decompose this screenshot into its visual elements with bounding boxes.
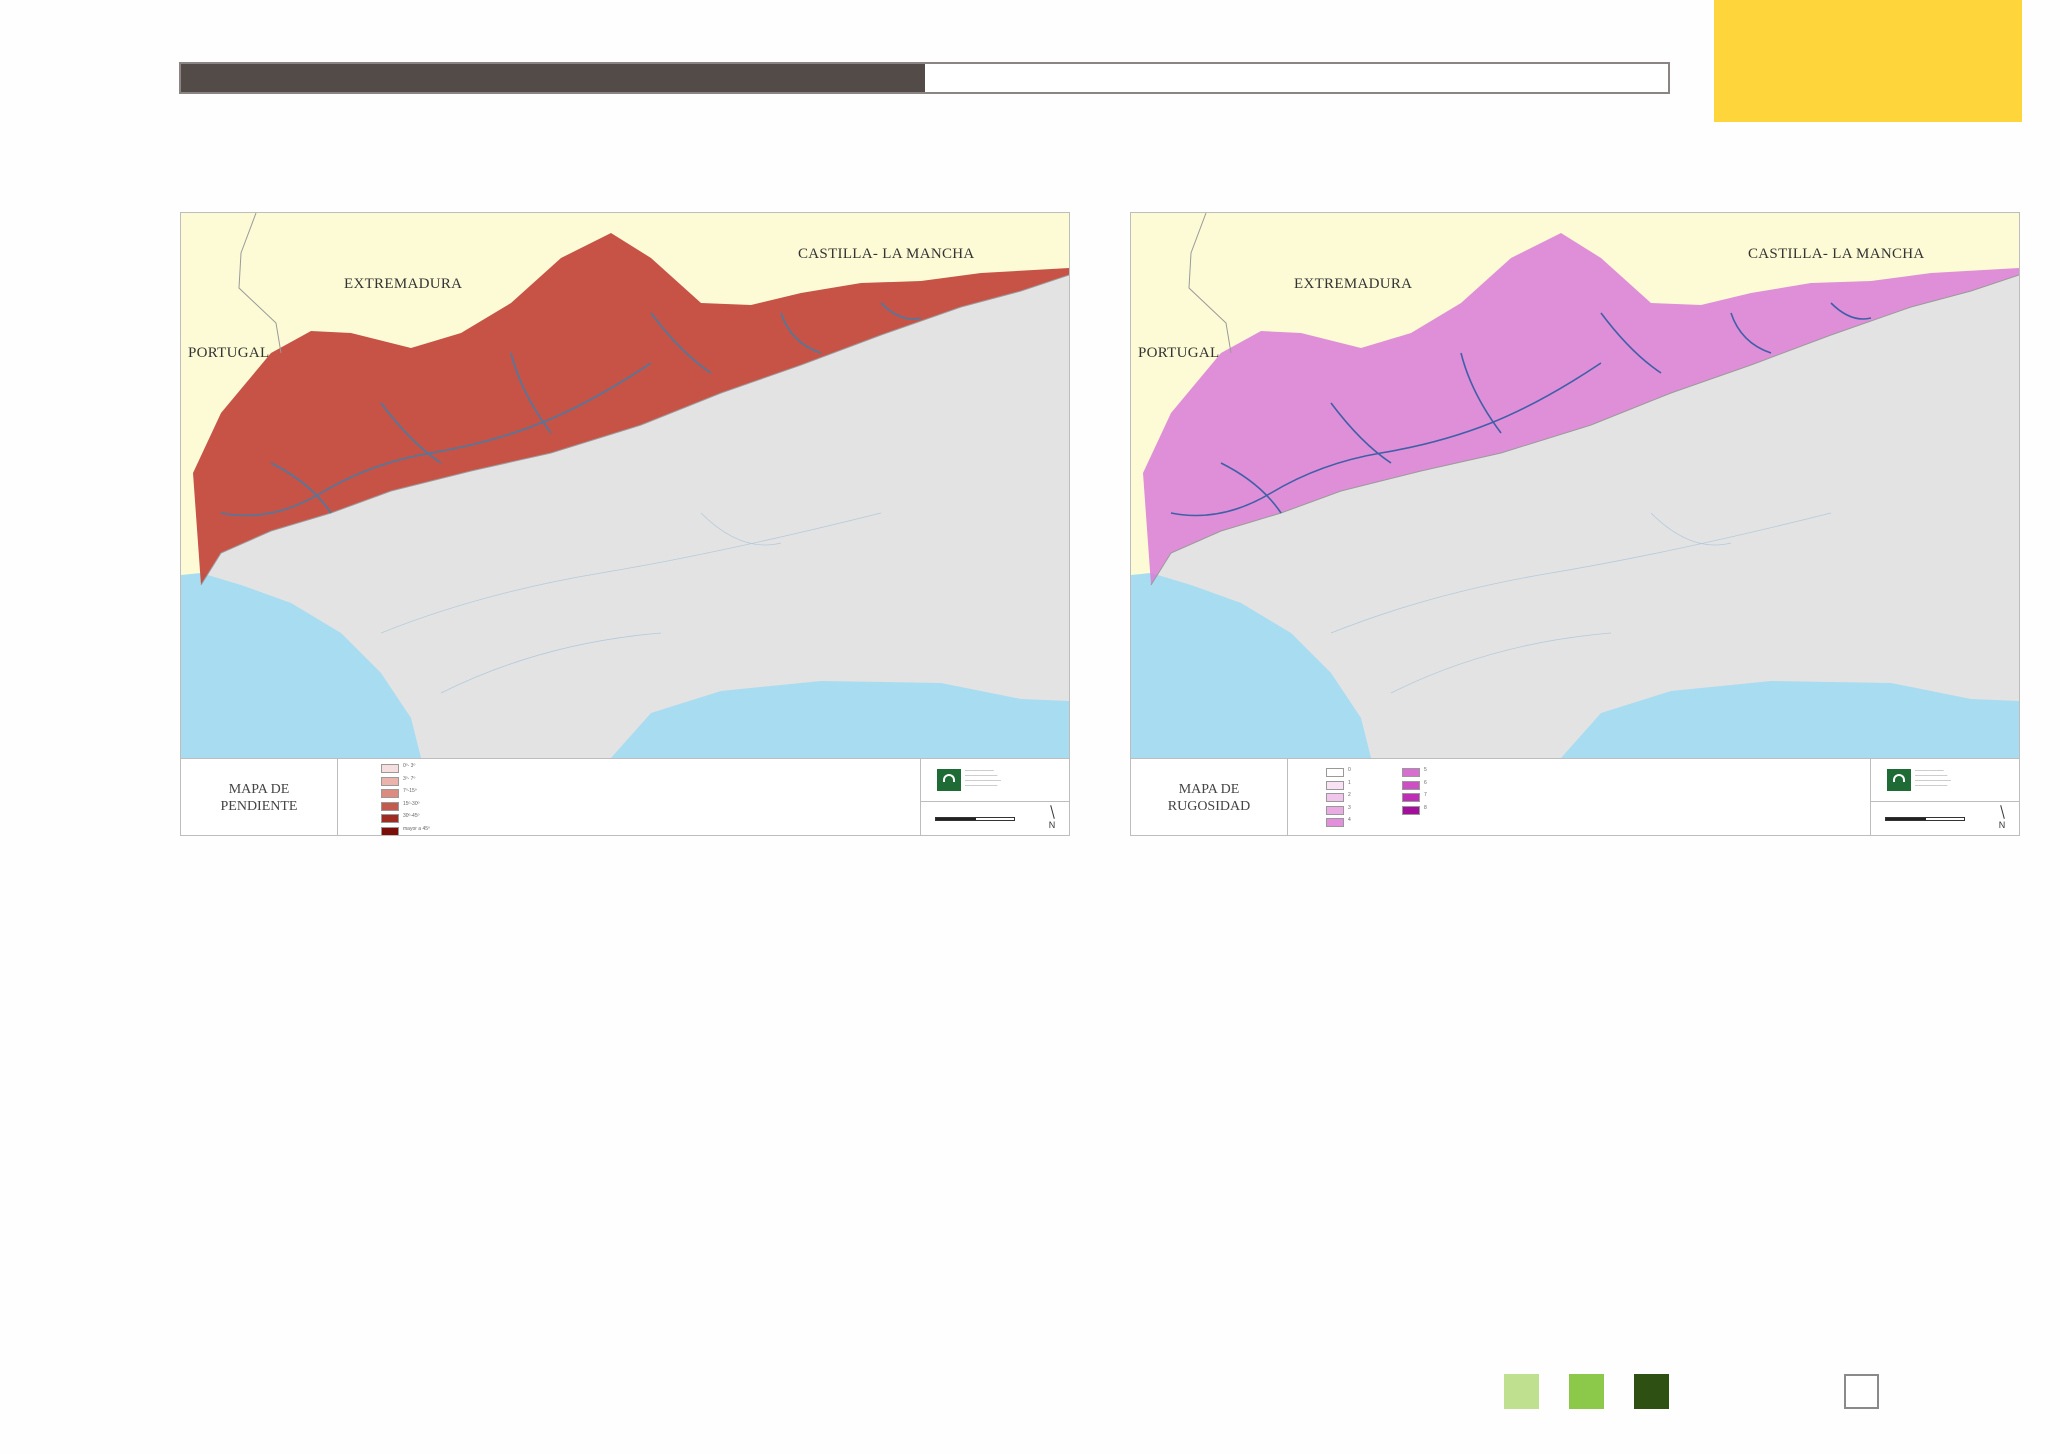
label-castilla-la-mancha: CASTILLA- LA MANCHA xyxy=(1748,246,1925,262)
legend-label: 1 xyxy=(1348,779,1351,786)
legend-swatch xyxy=(1326,768,1344,777)
legend-swatch xyxy=(1402,793,1420,802)
map-canvas: EXTREMADURA CASTILLA- LA MANCHA PORTUGAL xyxy=(181,213,1069,758)
north-arrow-icon: N xyxy=(1045,805,1059,830)
map-legend: MAPA DE RUGOSIDAD 0 1 2 3 4 5 6 7 8 ———————— ——… xyxy=(1131,758,2019,835)
credits-text: ———————— ————————— —————————— ————————— xyxy=(1915,768,1951,787)
legend-label: 8 xyxy=(1424,804,1427,811)
legend-title-line2: RUGOSIDAD xyxy=(1167,798,1251,814)
legend-swatch xyxy=(1402,780,1420,790)
legend-label: 2 xyxy=(1348,792,1351,798)
scale-bar xyxy=(935,817,1015,821)
legend-swatch xyxy=(1402,805,1420,815)
corner-tab xyxy=(1714,0,2022,122)
legend-label: 5 xyxy=(1424,767,1427,773)
legend-label: 15º-30º xyxy=(403,800,420,807)
junta-andalucia-logo xyxy=(937,769,961,791)
color-square-light-green xyxy=(1504,1374,1539,1409)
legend-title-line2: PENDIENTE xyxy=(220,798,298,814)
label-portugal: PORTUGAL xyxy=(1138,345,1220,361)
legend-swatch xyxy=(381,814,399,823)
legend-label: 4 xyxy=(1348,817,1351,823)
legend-label: mayor a 45º xyxy=(403,825,430,832)
legend-swatch xyxy=(1326,818,1344,827)
legend-swatch xyxy=(381,764,399,773)
legend-swatch xyxy=(1402,768,1420,777)
legend-swatch xyxy=(381,789,399,798)
relief-map-svg xyxy=(181,213,1069,758)
north-arrow-icon: N xyxy=(1995,805,2009,830)
legend-label: 7º-15º xyxy=(403,788,417,794)
scale-bar xyxy=(1885,817,1965,821)
progress-bar xyxy=(179,62,1670,94)
relief-map-svg xyxy=(1131,213,2019,758)
legend-swatch xyxy=(1326,780,1344,790)
map-pendiente: EXTREMADURA CASTILLA- LA MANCHA PORTUGAL… xyxy=(180,212,1070,836)
legend-title-line1: MAPA DE xyxy=(1178,781,1240,797)
legend-swatch xyxy=(1326,793,1344,802)
legend-swatch xyxy=(381,801,399,811)
legend-title: MAPA DE RUGOSIDAD xyxy=(1131,759,1288,835)
legend-label: 6 xyxy=(1424,779,1427,786)
label-extremadura: EXTREMADURA xyxy=(344,276,463,292)
credits-box: ———————— ————————— —————————— ————————— … xyxy=(920,759,1069,835)
map-rugosidad: EXTREMADURA CASTILLA- LA MANCHA PORTUGAL… xyxy=(1130,212,2020,836)
legend-label: 0 xyxy=(1348,767,1351,773)
color-square-dark-green xyxy=(1634,1374,1669,1409)
legend-swatch xyxy=(381,826,399,835)
label-castilla-la-mancha: CASTILLA- LA MANCHA xyxy=(798,246,975,262)
map-canvas: EXTREMADURA CASTILLA- LA MANCHA PORTUGAL xyxy=(1131,213,2019,758)
legend-label: 0º- 3º xyxy=(403,763,416,769)
credits-text: ———————— ————————— —————————— ————————— xyxy=(965,768,1001,787)
map-legend: MAPA DE PENDIENTE 0º- 3º 3º- 7º 7º-15º 15º-… xyxy=(181,758,1069,835)
color-square-green xyxy=(1569,1374,1604,1409)
legend-label: 3º- 7º xyxy=(403,775,416,782)
page-box-icon xyxy=(1844,1374,1879,1409)
legend-title-line1: MAPA DE xyxy=(228,781,290,797)
label-extremadura: EXTREMADURA xyxy=(1294,276,1413,292)
junta-andalucia-logo xyxy=(1887,769,1911,791)
progress-fill xyxy=(181,64,925,92)
credits-box: ———————— ————————— —————————— ————————— … xyxy=(1870,759,2019,835)
legend-swatch xyxy=(381,776,399,786)
label-portugal: PORTUGAL xyxy=(188,345,270,361)
legend-label: 30º-45º xyxy=(403,813,420,819)
legend-label: 3 xyxy=(1348,804,1351,811)
legend-swatch xyxy=(1326,805,1344,815)
legend-label: 7 xyxy=(1424,792,1427,798)
legend-title: MAPA DE PENDIENTE xyxy=(181,759,338,835)
